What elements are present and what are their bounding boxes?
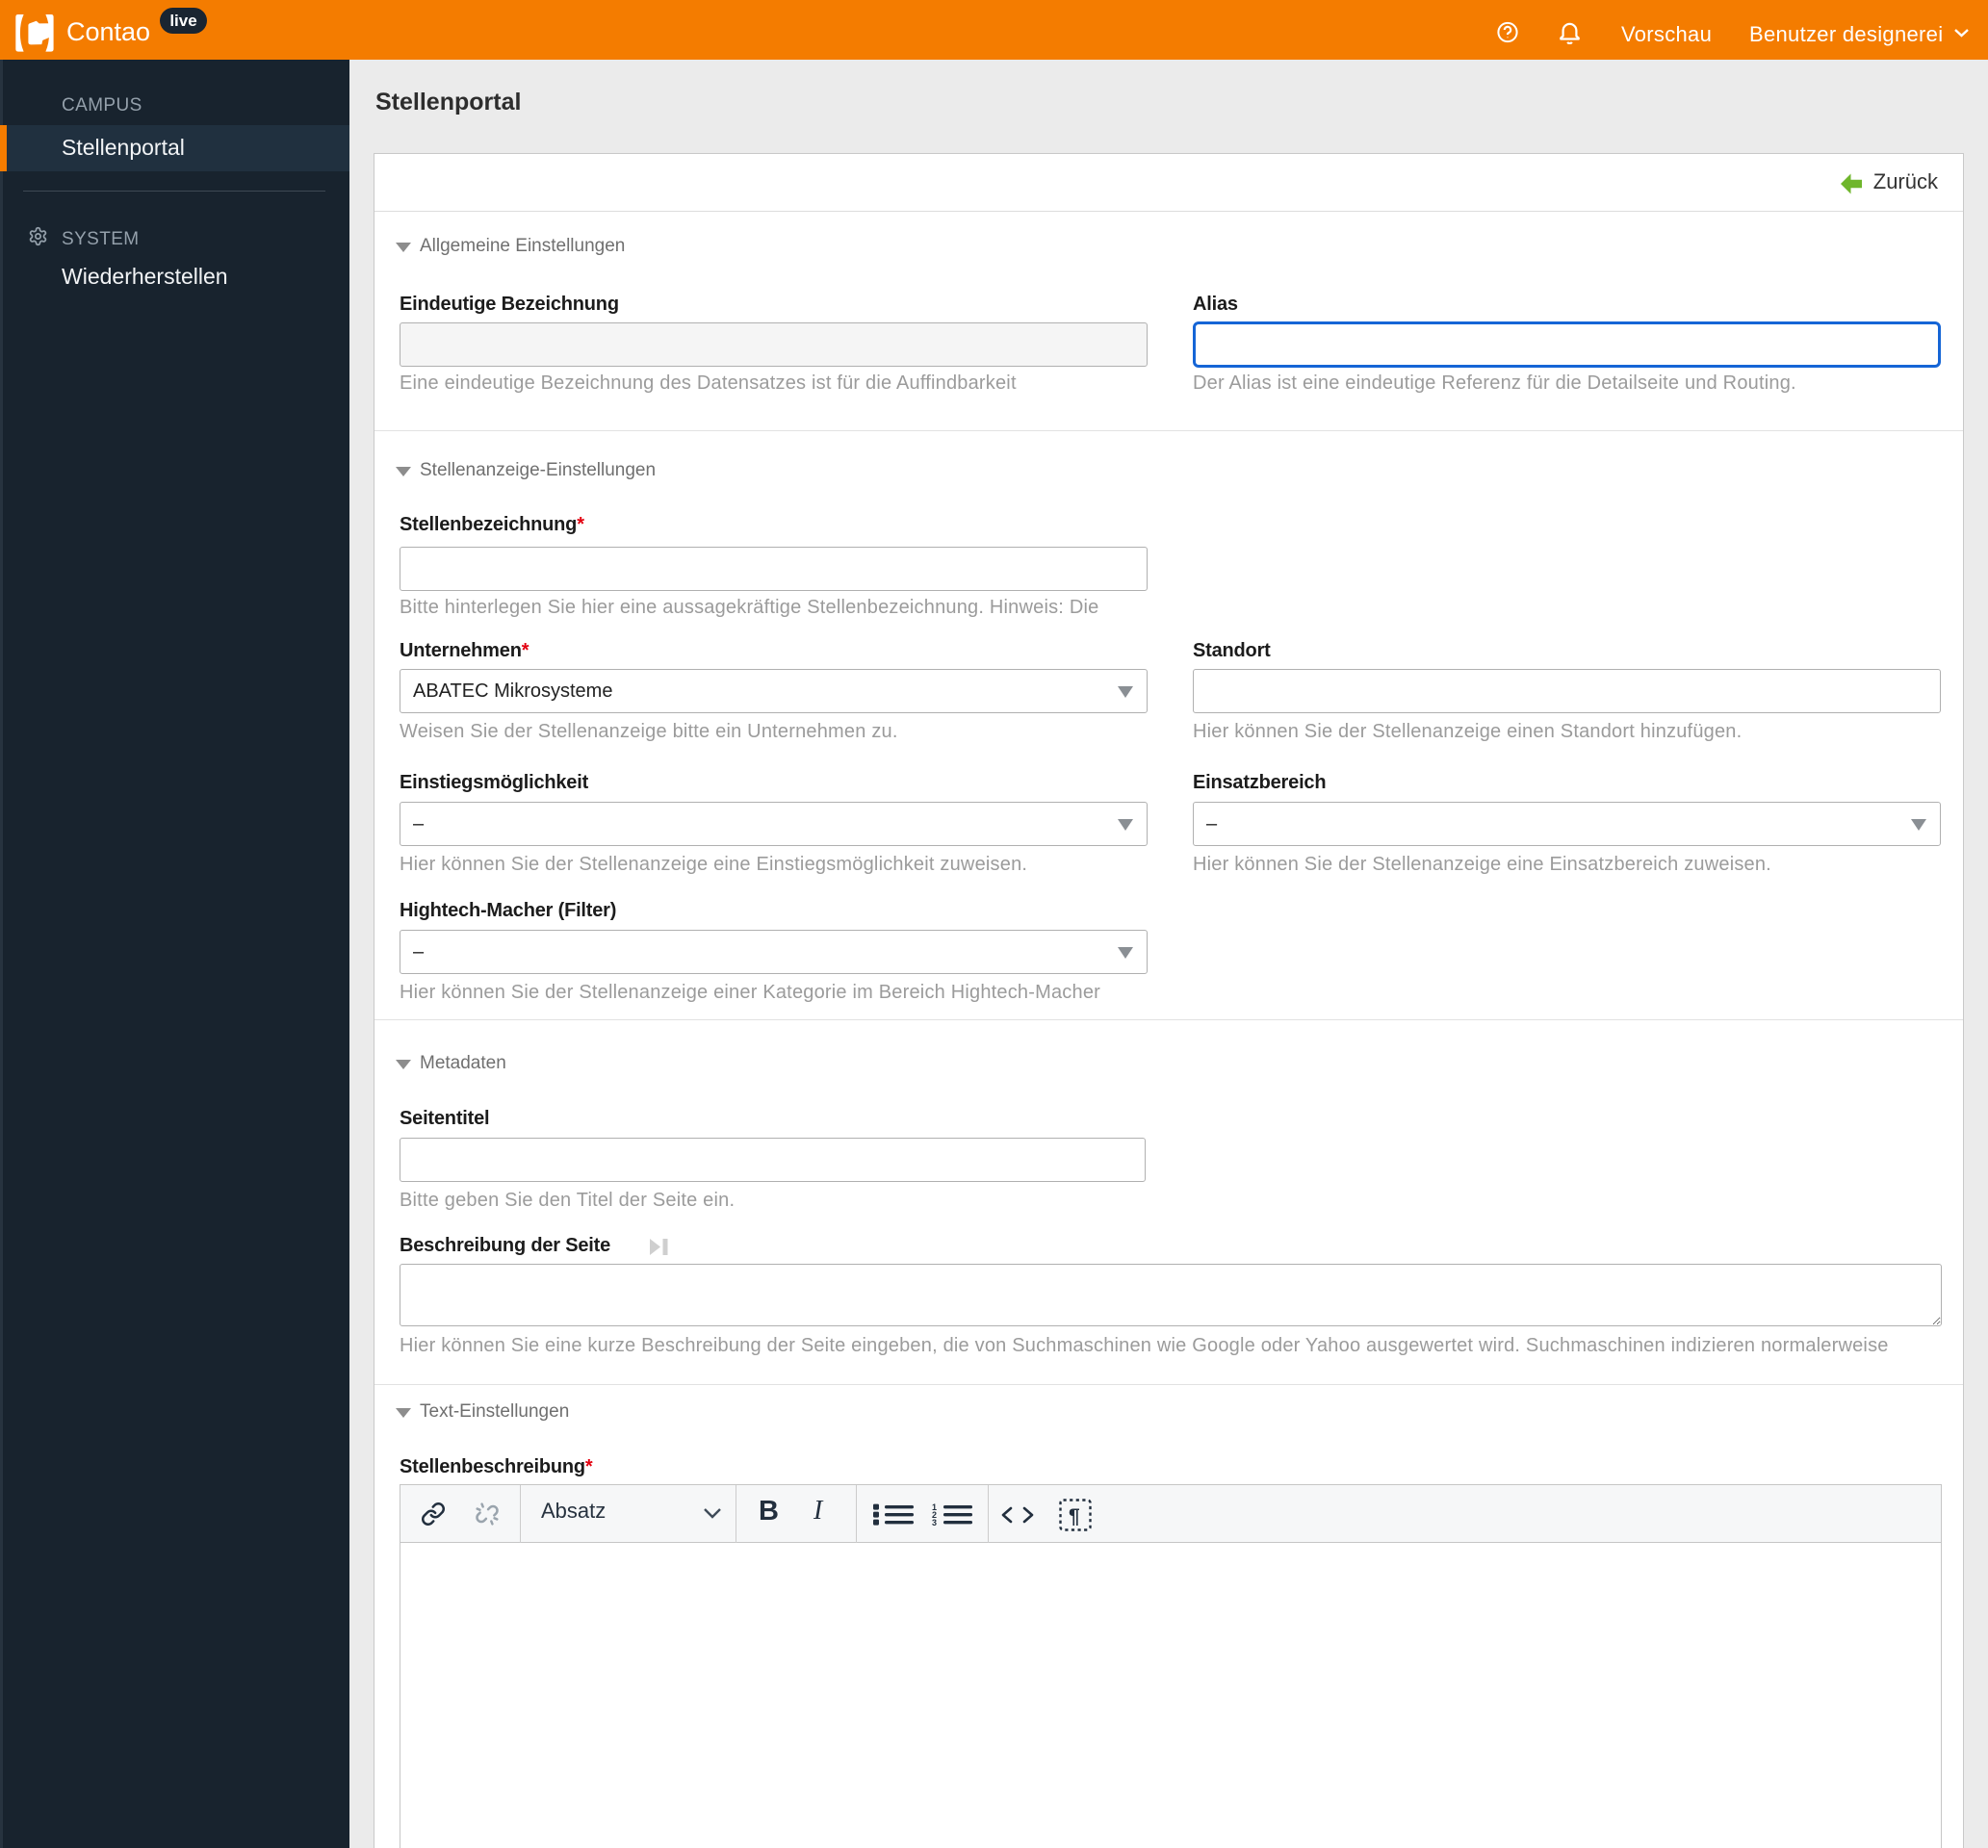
svg-text:¶: ¶ xyxy=(1069,1505,1080,1527)
svg-text:3: 3 xyxy=(932,1518,937,1526)
